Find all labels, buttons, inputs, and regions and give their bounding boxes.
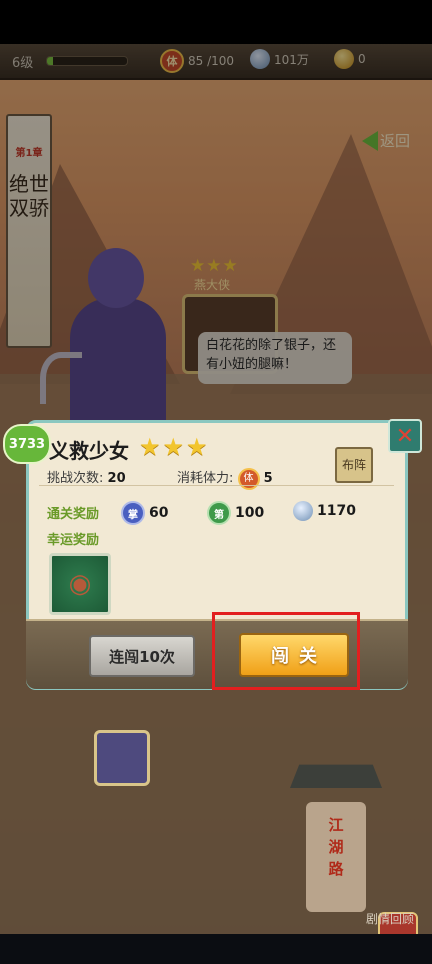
challenge-count-value: 20: [107, 471, 126, 486]
close-button[interactable]: ✕: [388, 419, 422, 453]
stage-node-portrait[interactable]: [94, 730, 150, 786]
challenge-count-row: 挑战次数: 20: [47, 467, 126, 486]
stage-title: 义救少女: [49, 439, 129, 463]
reward-item: 第 100: [207, 501, 264, 525]
clear-reward-label: 通关奖励: [47, 507, 100, 522]
mushroom-icon[interactable]: ◉: [49, 553, 111, 615]
reward-value: 100: [235, 505, 265, 521]
stamina-cost-value: 5: [263, 471, 273, 486]
tower-text: 江湖路: [328, 816, 344, 878]
story-review-button[interactable]: 剧情回顾: [366, 910, 414, 927]
stamina-cost-icon: 体: [237, 467, 260, 490]
divider: [39, 485, 394, 486]
bottom-black-bar: [0, 934, 432, 964]
tower-roof: [290, 764, 382, 788]
score-badge: 3733: [3, 424, 51, 464]
reward-value: 1170: [317, 503, 356, 519]
medal-blue-icon: 掌: [121, 501, 145, 525]
sweep-10-button[interactable]: 连闯10次: [89, 635, 195, 677]
reward-value: 60: [149, 505, 169, 521]
formation-button[interactable]: 布阵: [335, 447, 373, 483]
reward-item: 掌 60: [121, 501, 168, 525]
jianghu-road-tower[interactable]: 江湖路: [290, 762, 382, 912]
challenge-count-label: 挑战次数:: [47, 471, 104, 486]
highlight-box: [212, 612, 360, 690]
silver-icon: [293, 501, 313, 521]
stamina-cost-label: 消耗体力:: [177, 471, 234, 486]
stage-stars: ★★★: [139, 433, 210, 461]
lucky-reward-label: 幸运奖励: [47, 533, 100, 548]
top-black-bar: [0, 0, 432, 44]
medal-green-icon: 第: [207, 501, 231, 525]
stamina-cost-row: 消耗体力: 体 5: [177, 467, 273, 490]
reward-item: 1170: [293, 501, 356, 521]
